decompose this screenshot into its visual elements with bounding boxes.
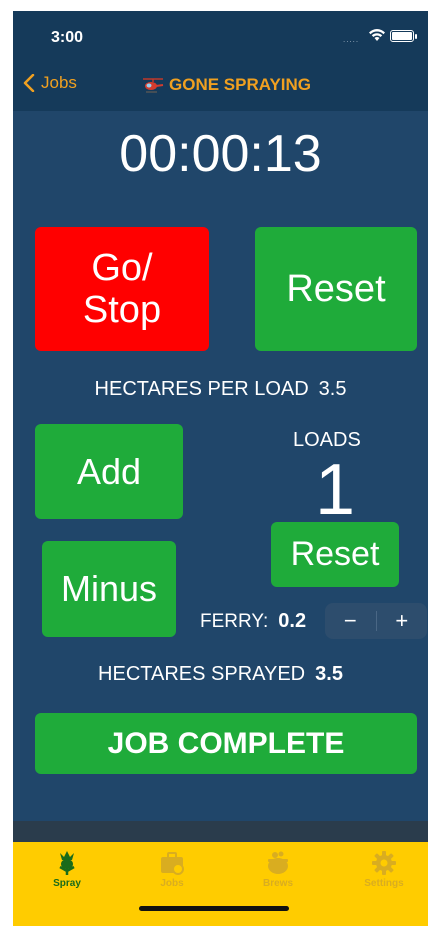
chevron-left-icon [23, 74, 35, 92]
navigation-bar: Jobs GONE SPRAYING [13, 61, 428, 111]
tab-brews[interactable]: Brews [228, 850, 328, 889]
tabbar-divider [13, 821, 428, 842]
status-time: 3:00 [51, 29, 84, 46]
tab-settings[interactable]: Settings [334, 850, 428, 889]
tab-settings-label: Settings [364, 878, 404, 889]
home-indicator[interactable] [139, 906, 289, 911]
go-stop-button[interactable]: Go/Stop [35, 227, 209, 351]
reset-timer-button[interactable]: Reset [255, 227, 417, 351]
tab-spray[interactable]: Spray [17, 850, 117, 889]
go-stop-label-line2: Stop [82, 289, 162, 331]
hectares-per-load: HECTARES PER LOAD 3.5 [13, 378, 428, 401]
thistle-icon [59, 851, 75, 875]
add-load-button[interactable]: Add [35, 424, 183, 519]
ferry-stepper[interactable]: − + [325, 603, 427, 639]
hectares-sprayed-value: 3.5 [315, 663, 343, 685]
status-bar: 3:00 ..... [13, 11, 428, 61]
hectares-sprayed-label: HECTARES SPRAYED [98, 663, 306, 685]
title-text: GONE SPRAYING [169, 75, 312, 94]
job-complete-button[interactable]: JOB COMPLETE [35, 713, 417, 774]
battery-icon [390, 30, 417, 42]
ferry-readout: FERRY: 0.2 [200, 610, 306, 633]
loads-count: 1 [314, 450, 356, 530]
cellular-signal-icon: ..... [343, 35, 360, 44]
helicopter-icon [143, 78, 164, 93]
ferry-value: 0.2 [278, 610, 307, 632]
wifi-icon [369, 29, 385, 41]
go-stop-label-line1: Go/ [91, 247, 153, 289]
ferry-label: FERRY: [200, 610, 269, 632]
briefcase-icon [161, 852, 184, 875]
ferry-decrement-button[interactable]: − [325, 603, 376, 639]
tab-jobs[interactable]: Jobs [122, 850, 222, 889]
app-screen: 3:00 ..... Jobs GONE SPRAYING 00:00:13 G… [13, 11, 428, 926]
gear-icon [372, 851, 396, 875]
hectares-per-load-label: HECTARES PER LOAD [94, 378, 309, 400]
ferry-increment-button[interactable]: + [377, 603, 428, 639]
page-title: GONE SPRAYING [141, 75, 311, 95]
tab-brews-label: Brews [262, 878, 293, 889]
tab-spray-label: Spray [53, 878, 81, 889]
tab-bar: Spray Jobs Brews Settings [13, 842, 428, 926]
back-label: Jobs [41, 73, 77, 92]
hectares-per-load-value: 3.5 [318, 378, 347, 400]
reset-loads-button[interactable]: Reset [271, 522, 399, 587]
tab-jobs-label: Jobs [160, 878, 184, 889]
hectares-sprayed: HECTARES SPRAYED 3.5 [13, 663, 428, 686]
elapsed-timer: 00:00:13 [119, 125, 322, 183]
back-button[interactable]: Jobs [23, 73, 77, 93]
minus-load-button[interactable]: Minus [42, 541, 176, 637]
cauldron-icon [268, 851, 288, 874]
